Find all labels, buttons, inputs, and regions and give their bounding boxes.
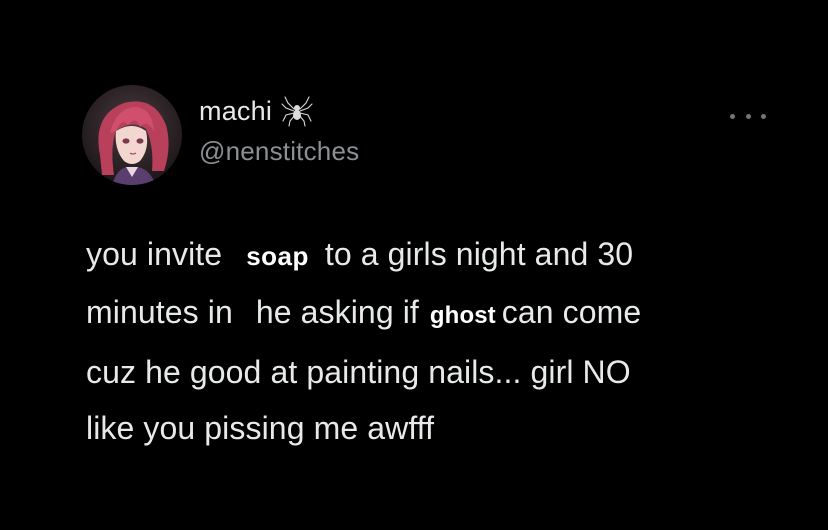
user-handle[interactable]: @nenstitches — [199, 136, 359, 167]
more-options-button[interactable] — [730, 104, 766, 128]
tweet-text-segment: to a girls night and 30 — [324, 236, 634, 272]
tweet-line-1: you invite soap to a girls night and 30 — [86, 226, 786, 284]
tweet-text-segment: he asking if — [255, 294, 419, 330]
author-name-row: machi — [199, 93, 314, 129]
spider-icon — [280, 94, 314, 128]
tweet-line-4: like you pissing me awfff — [86, 410, 435, 446]
more-options-icon — [730, 113, 735, 119]
tweet-text-segment: can come — [501, 294, 642, 330]
more-options-icon — [745, 113, 751, 119]
tweet-card: machi @nenstitches you invite soap to a … — [0, 0, 828, 530]
tweet-line-2: minutes in he asking if ghost can come — [86, 284, 786, 344]
avatar-image — [82, 85, 182, 185]
tweet-line-3: cuz he good at painting nails... girl NO — [86, 354, 631, 390]
tweet-body: you invite soap to a girls night and 30 mi… — [86, 226, 786, 456]
tweet-text-segment: minutes in — [86, 294, 233, 330]
display-name[interactable]: machi — [199, 96, 272, 127]
ghost-sticker: ghost — [429, 302, 496, 329]
avatar[interactable] — [82, 85, 182, 185]
tweet-text-segment: you invite — [86, 236, 223, 272]
more-options-icon — [761, 113, 766, 119]
soap-sticker: soap — [246, 241, 309, 271]
